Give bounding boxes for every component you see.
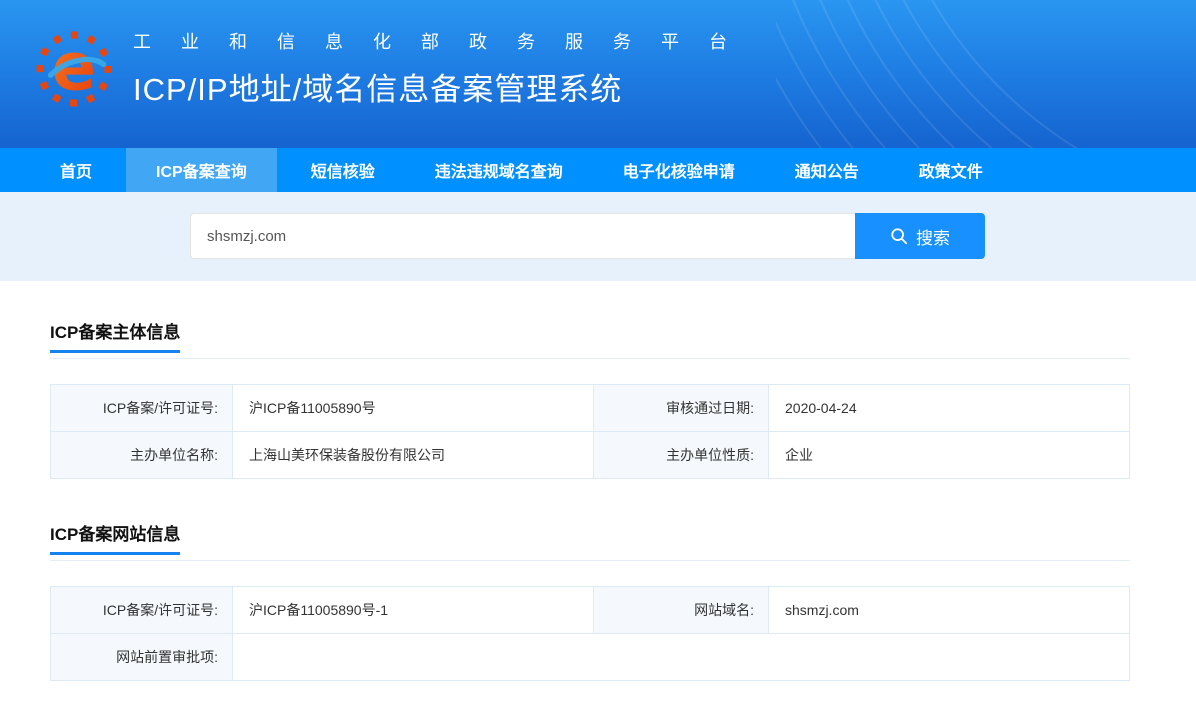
table-row: ICP备案/许可证号: 沪ICP备11005890号-1 网站域名: shsmz…: [51, 587, 1130, 634]
header-decorative-arcs: [776, 0, 1196, 148]
field-label: ICP备案/许可证号:: [51, 385, 233, 432]
subject-info-table: ICP备案/许可证号: 沪ICP备11005890号 审核通过日期: 2020-…: [50, 384, 1130, 479]
field-label: 网站域名:: [594, 587, 769, 634]
nav-item-icp-query[interactable]: ICP备案查询: [126, 148, 277, 192]
table-row: ICP备案/许可证号: 沪ICP备11005890号 审核通过日期: 2020-…: [51, 385, 1130, 432]
nav-item-home[interactable]: 首页: [34, 148, 118, 192]
section-title: ICP备案网站信息: [50, 520, 180, 555]
header-banner: e 工业和信息化部政务服务平台 ICP/IP地址/域名信息备案管理系统: [0, 0, 1196, 148]
section-title: ICP备案主体信息: [50, 318, 180, 353]
nav-item-illegal-domain-query[interactable]: 违法违规域名查询: [409, 148, 589, 192]
search-input[interactable]: [190, 213, 855, 259]
section-divider: [50, 358, 1130, 359]
search-button[interactable]: 搜索: [855, 213, 985, 259]
field-label: 审核通过日期:: [594, 385, 769, 432]
table-row: 主办单位名称: 上海山美环保装备股份有限公司 主办单位性质: 企业: [51, 432, 1130, 479]
field-value: 2020-04-24: [769, 385, 1130, 432]
section-divider: [50, 560, 1130, 561]
field-label: 网站前置审批项:: [51, 634, 233, 681]
field-value: shsmzj.com: [769, 587, 1130, 634]
field-value: 沪ICP备11005890号: [233, 385, 594, 432]
table-row: 网站前置审批项:: [51, 634, 1130, 681]
nav-item-e-verification[interactable]: 电子化核验申请: [597, 148, 761, 192]
field-value: 企业: [769, 432, 1130, 479]
nav-item-notices[interactable]: 通知公告: [769, 148, 885, 192]
platform-title: 工业和信息化部政务服务平台: [133, 28, 757, 54]
section-header-website-info: ICP备案网站信息: [50, 520, 1130, 561]
section-header-subject-info: ICP备案主体信息: [50, 318, 1130, 359]
miit-gear-logo-icon: e: [35, 30, 113, 108]
main-content: ICP备案主体信息 ICP备案/许可证号: 沪ICP备11005890号 审核通…: [0, 318, 1196, 681]
field-value: 上海山美环保装备股份有限公司: [233, 432, 594, 479]
field-label: ICP备案/许可证号:: [51, 587, 233, 634]
search-icon: [890, 227, 908, 245]
nav-item-sms-verify[interactable]: 短信核验: [285, 148, 401, 192]
search-section: 搜索: [0, 192, 1196, 281]
main-nav: 首页 ICP备案查询 短信核验 违法违规域名查询 电子化核验申请 通知公告 政策…: [0, 148, 1196, 192]
nav-item-policy-docs[interactable]: 政策文件: [893, 148, 1009, 192]
field-label: 主办单位性质:: [594, 432, 769, 479]
field-value: [233, 634, 1130, 681]
system-title: ICP/IP地址/域名信息备案管理系统: [133, 64, 757, 109]
field-label: 主办单位名称:: [51, 432, 233, 479]
website-info-table: ICP备案/许可证号: 沪ICP备11005890号-1 网站域名: shsmz…: [50, 586, 1130, 681]
field-value: 沪ICP备11005890号-1: [233, 587, 594, 634]
search-button-label: 搜索: [916, 224, 950, 249]
